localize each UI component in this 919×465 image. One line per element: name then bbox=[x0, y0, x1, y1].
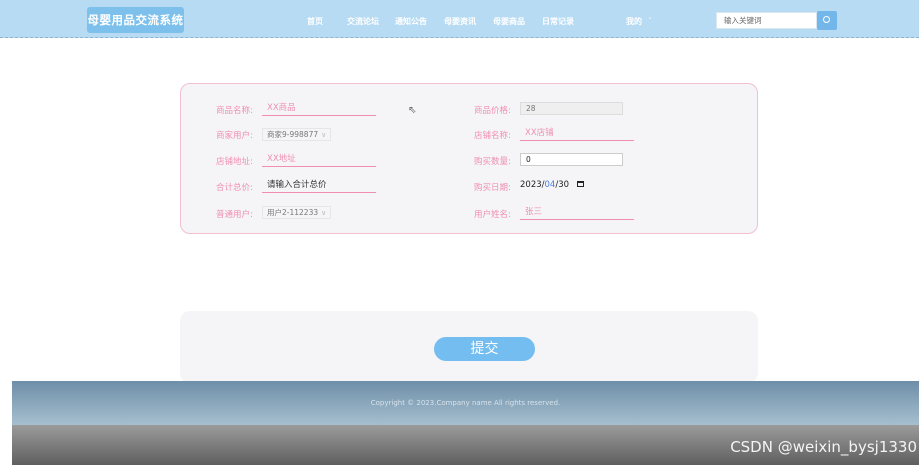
chevron-down-icon: ∨ bbox=[321, 131, 327, 139]
chevron-down-icon: ∨ bbox=[321, 209, 327, 217]
nav-home[interactable]: 首页 bbox=[307, 16, 323, 27]
product-name-label: 商品名称: bbox=[216, 106, 253, 116]
calendar-icon[interactable] bbox=[577, 181, 585, 187]
merchant-user-select[interactable]: 商家9-998877 ∨ bbox=[262, 128, 332, 141]
nav-daily-records[interactable]: 日常记录 bbox=[542, 16, 574, 27]
nav-news[interactable]: 母婴资讯 bbox=[444, 16, 476, 27]
nav-products[interactable]: 母婴商品 bbox=[493, 16, 525, 27]
store-name-field[interactable]: XX店铺 bbox=[520, 127, 634, 141]
watermark: CSDN @weixin_bysj1330 bbox=[730, 438, 917, 456]
search-input[interactable] bbox=[716, 12, 817, 29]
product-price-label: 商品价格: bbox=[474, 106, 511, 116]
product-price-field: 28 bbox=[520, 102, 623, 115]
quantity-label: 购买数量: bbox=[474, 157, 511, 167]
site-logo[interactable]: 母婴用品交流系统 bbox=[87, 7, 184, 33]
submit-button[interactable]: 提交 bbox=[434, 337, 535, 361]
quantity-input[interactable]: 0 bbox=[520, 153, 623, 166]
merchant-user-label: 商家用户: bbox=[216, 131, 253, 141]
total-price-label: 合计总价: bbox=[216, 183, 253, 193]
normal-user-select[interactable]: 用户2-112233 ∨ bbox=[262, 206, 332, 219]
product-name-field[interactable]: XX商品 bbox=[262, 102, 376, 116]
chevron-down-icon: ˇ bbox=[648, 17, 652, 26]
normal-user-label: 普通用户: bbox=[216, 210, 253, 220]
footer: Copyright © 2023.Company name All rights… bbox=[12, 381, 919, 425]
store-address-label: 店铺地址: bbox=[216, 157, 253, 167]
search-button[interactable] bbox=[817, 11, 837, 30]
purchase-date-input[interactable]: 2023/04/30 bbox=[520, 180, 585, 190]
store-name-label: 店铺名称: bbox=[474, 131, 511, 141]
copyright-text: Copyright © 2023.Company name All rights… bbox=[370, 399, 561, 407]
nav-forum[interactable]: 交流论坛 bbox=[347, 16, 379, 27]
nav-notices[interactable]: 通知公告 bbox=[395, 16, 427, 27]
store-address-field[interactable]: XX地址 bbox=[262, 153, 376, 167]
total-price-input[interactable]: 请输入合计总价 bbox=[262, 179, 376, 193]
user-name-field[interactable]: 张三 bbox=[520, 206, 634, 220]
header: 母婴用品交流系统 首页 交流论坛 通知公告 母婴资讯 母婴商品 日常记录 我的 ˇ bbox=[0, 0, 919, 38]
nav-mine[interactable]: 我的 ˇ bbox=[626, 16, 652, 27]
mouse-cursor-icon: ⇖ bbox=[408, 105, 417, 116]
purchase-date-label: 购买日期: bbox=[474, 183, 511, 193]
search-icon bbox=[823, 16, 830, 23]
user-name-label: 用户姓名: bbox=[474, 210, 511, 220]
